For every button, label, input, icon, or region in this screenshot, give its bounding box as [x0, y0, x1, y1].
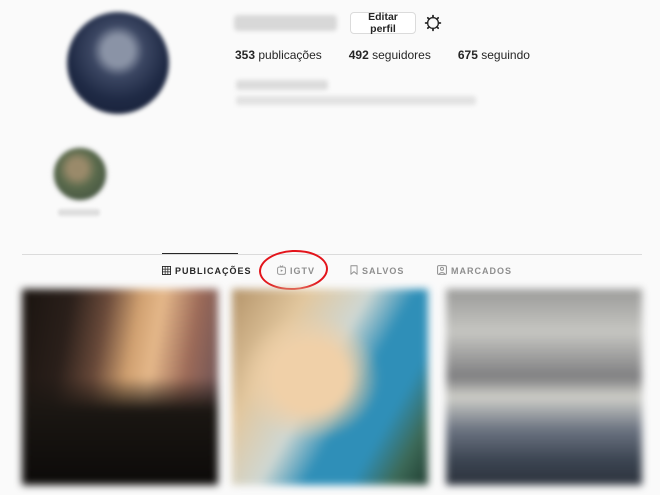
- post-thumbnail-2[interactable]: [232, 289, 428, 485]
- bio-text-blurred: [236, 96, 476, 105]
- username-blurred: [234, 15, 337, 31]
- bio-name-blurred: [236, 80, 328, 90]
- post-thumbnail-1[interactable]: [22, 289, 218, 485]
- stat-publicacoes: 353 publicações: [235, 48, 322, 62]
- stat-seguindo[interactable]: 675 seguindo: [458, 48, 530, 62]
- stat-seguidores[interactable]: 492 seguidores: [349, 48, 431, 62]
- tab-salvos[interactable]: SALVOS: [350, 262, 404, 280]
- bookmark-icon: [350, 265, 362, 277]
- story-highlight[interactable]: [52, 146, 108, 202]
- tab-label: SALVOS: [362, 266, 405, 276]
- tab-publicacoes[interactable]: PUBLICAÇÕES: [162, 262, 252, 280]
- tabs-divider: [22, 254, 642, 255]
- tab-marcados[interactable]: MARCADOS: [437, 262, 512, 280]
- tab-label: PUBLICAÇÕES: [175, 266, 252, 276]
- edit-profile-button[interactable]: Editar perfil: [350, 11, 416, 35]
- tagged-icon: [437, 265, 451, 277]
- profile-stats: 353 publicações 492 seguidores 675 segui…: [235, 48, 557, 62]
- grid-icon: [162, 265, 175, 277]
- active-tab-indicator: [162, 253, 238, 254]
- story-highlight-label-blurred: [58, 209, 100, 216]
- post-thumbnail-3[interactable]: [446, 289, 642, 485]
- profile-avatar[interactable]: [67, 12, 169, 114]
- tab-label: MARCADOS: [451, 266, 512, 276]
- gear-icon[interactable]: [424, 14, 442, 32]
